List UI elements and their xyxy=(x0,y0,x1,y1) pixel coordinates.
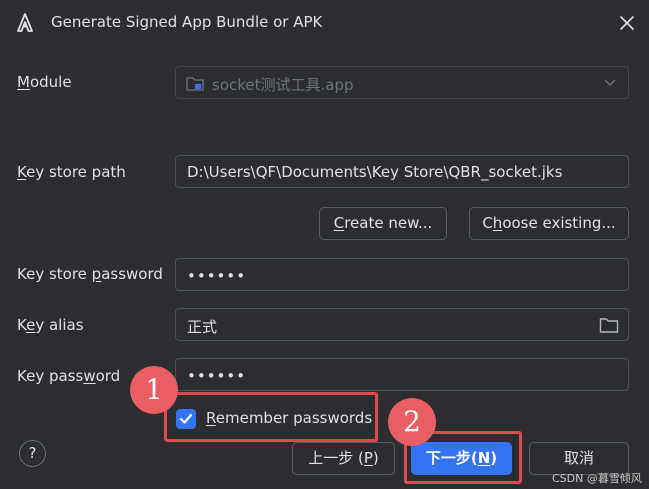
module-label: Module xyxy=(17,73,72,91)
key-password-value: •••••• xyxy=(187,367,247,385)
watermark: CSDN @暮雪倾风 xyxy=(552,472,642,485)
android-studio-icon xyxy=(17,13,33,32)
key-alias-field[interactable]: 正式 xyxy=(175,308,629,341)
choose-existing-button[interactable]: Choose existing... xyxy=(469,207,629,240)
keystore-password-value: •••••• xyxy=(187,267,247,285)
key-alias-value: 正式 xyxy=(187,318,218,336)
keystore-path-field[interactable]: D:\Users\QF\Documents\Key Store\QBR_sock… xyxy=(175,155,629,188)
keystore-path-label: Key store path xyxy=(17,163,126,181)
create-new-button[interactable]: Create new... xyxy=(319,207,447,240)
module-select[interactable]: socket测试工具.app xyxy=(175,66,629,99)
close-icon[interactable] xyxy=(617,13,637,33)
key-password-field[interactable]: •••••• xyxy=(175,358,629,391)
chevron-down-icon xyxy=(604,79,616,87)
step-marker-2: 2 xyxy=(388,398,436,446)
key-alias-label: Key alias xyxy=(17,316,84,334)
keystore-path-value: D:\Users\QF\Documents\Key Store\QBR_sock… xyxy=(187,163,563,181)
keystore-password-field[interactable]: •••••• xyxy=(175,258,629,291)
folder-icon[interactable] xyxy=(599,316,619,334)
title-bar: Generate Signed App Bundle or APK xyxy=(0,0,649,48)
previous-button[interactable]: 上一步 (P) xyxy=(292,442,395,475)
module-folder-icon xyxy=(186,77,204,91)
remember-highlight-box xyxy=(164,392,378,442)
module-value: socket测试工具.app xyxy=(212,76,354,94)
keystore-password-label: Key store password xyxy=(17,265,163,283)
help-button[interactable]: ? xyxy=(19,440,46,467)
key-password-label: Key password xyxy=(17,367,121,385)
window-title: Generate Signed App Bundle or APK xyxy=(51,13,323,31)
step-marker-1: 1 xyxy=(130,366,178,414)
